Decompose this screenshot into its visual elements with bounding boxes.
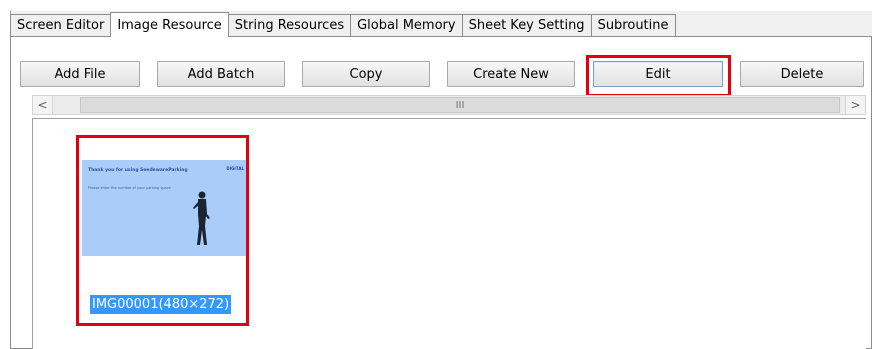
tab-string-resources[interactable]: String Resources: [227, 14, 352, 36]
scroll-left-icon[interactable]: <: [33, 96, 53, 114]
image-caption-selected[interactable]: IMG00001(480×272): [90, 295, 232, 314]
thumbnail-body-text: Please enter the number of your parking …: [88, 186, 171, 190]
thumbnail-logo: DIGITAL: [226, 166, 244, 171]
add-file-button[interactable]: Add File: [20, 61, 140, 87]
tab-subroutine[interactable]: Subroutine: [590, 14, 676, 36]
create-new-button[interactable]: Create New: [447, 61, 575, 87]
edit-button[interactable]: Edit: [593, 61, 723, 87]
thumbnail-title: Thank you for using SeedewareParking: [88, 168, 188, 173]
add-batch-button[interactable]: Add Batch: [157, 61, 285, 87]
delete-button[interactable]: Delete: [740, 61, 864, 87]
tab-sheet-key-setting[interactable]: Sheet Key Setting: [461, 14, 592, 36]
scrollbar-grip-icon: III: [455, 99, 465, 111]
copy-button[interactable]: Copy: [302, 61, 430, 87]
image-thumbnail[interactable]: Thank you for using SeedewareParking DIG…: [82, 160, 248, 256]
horizontal-scrollbar[interactable]: < III >: [32, 95, 866, 115]
tab-screen-editor[interactable]: Screen Editor: [10, 14, 112, 36]
tab-strip: Screen Editor Image Resource String Reso…: [10, 12, 676, 37]
scrollbar-thumb[interactable]: III: [80, 97, 840, 113]
tab-global-memory[interactable]: Global Memory: [350, 14, 463, 36]
person-silhouette-icon: [193, 191, 210, 245]
tab-image-resource[interactable]: Image Resource: [110, 12, 229, 37]
scroll-right-icon[interactable]: >: [845, 96, 865, 114]
